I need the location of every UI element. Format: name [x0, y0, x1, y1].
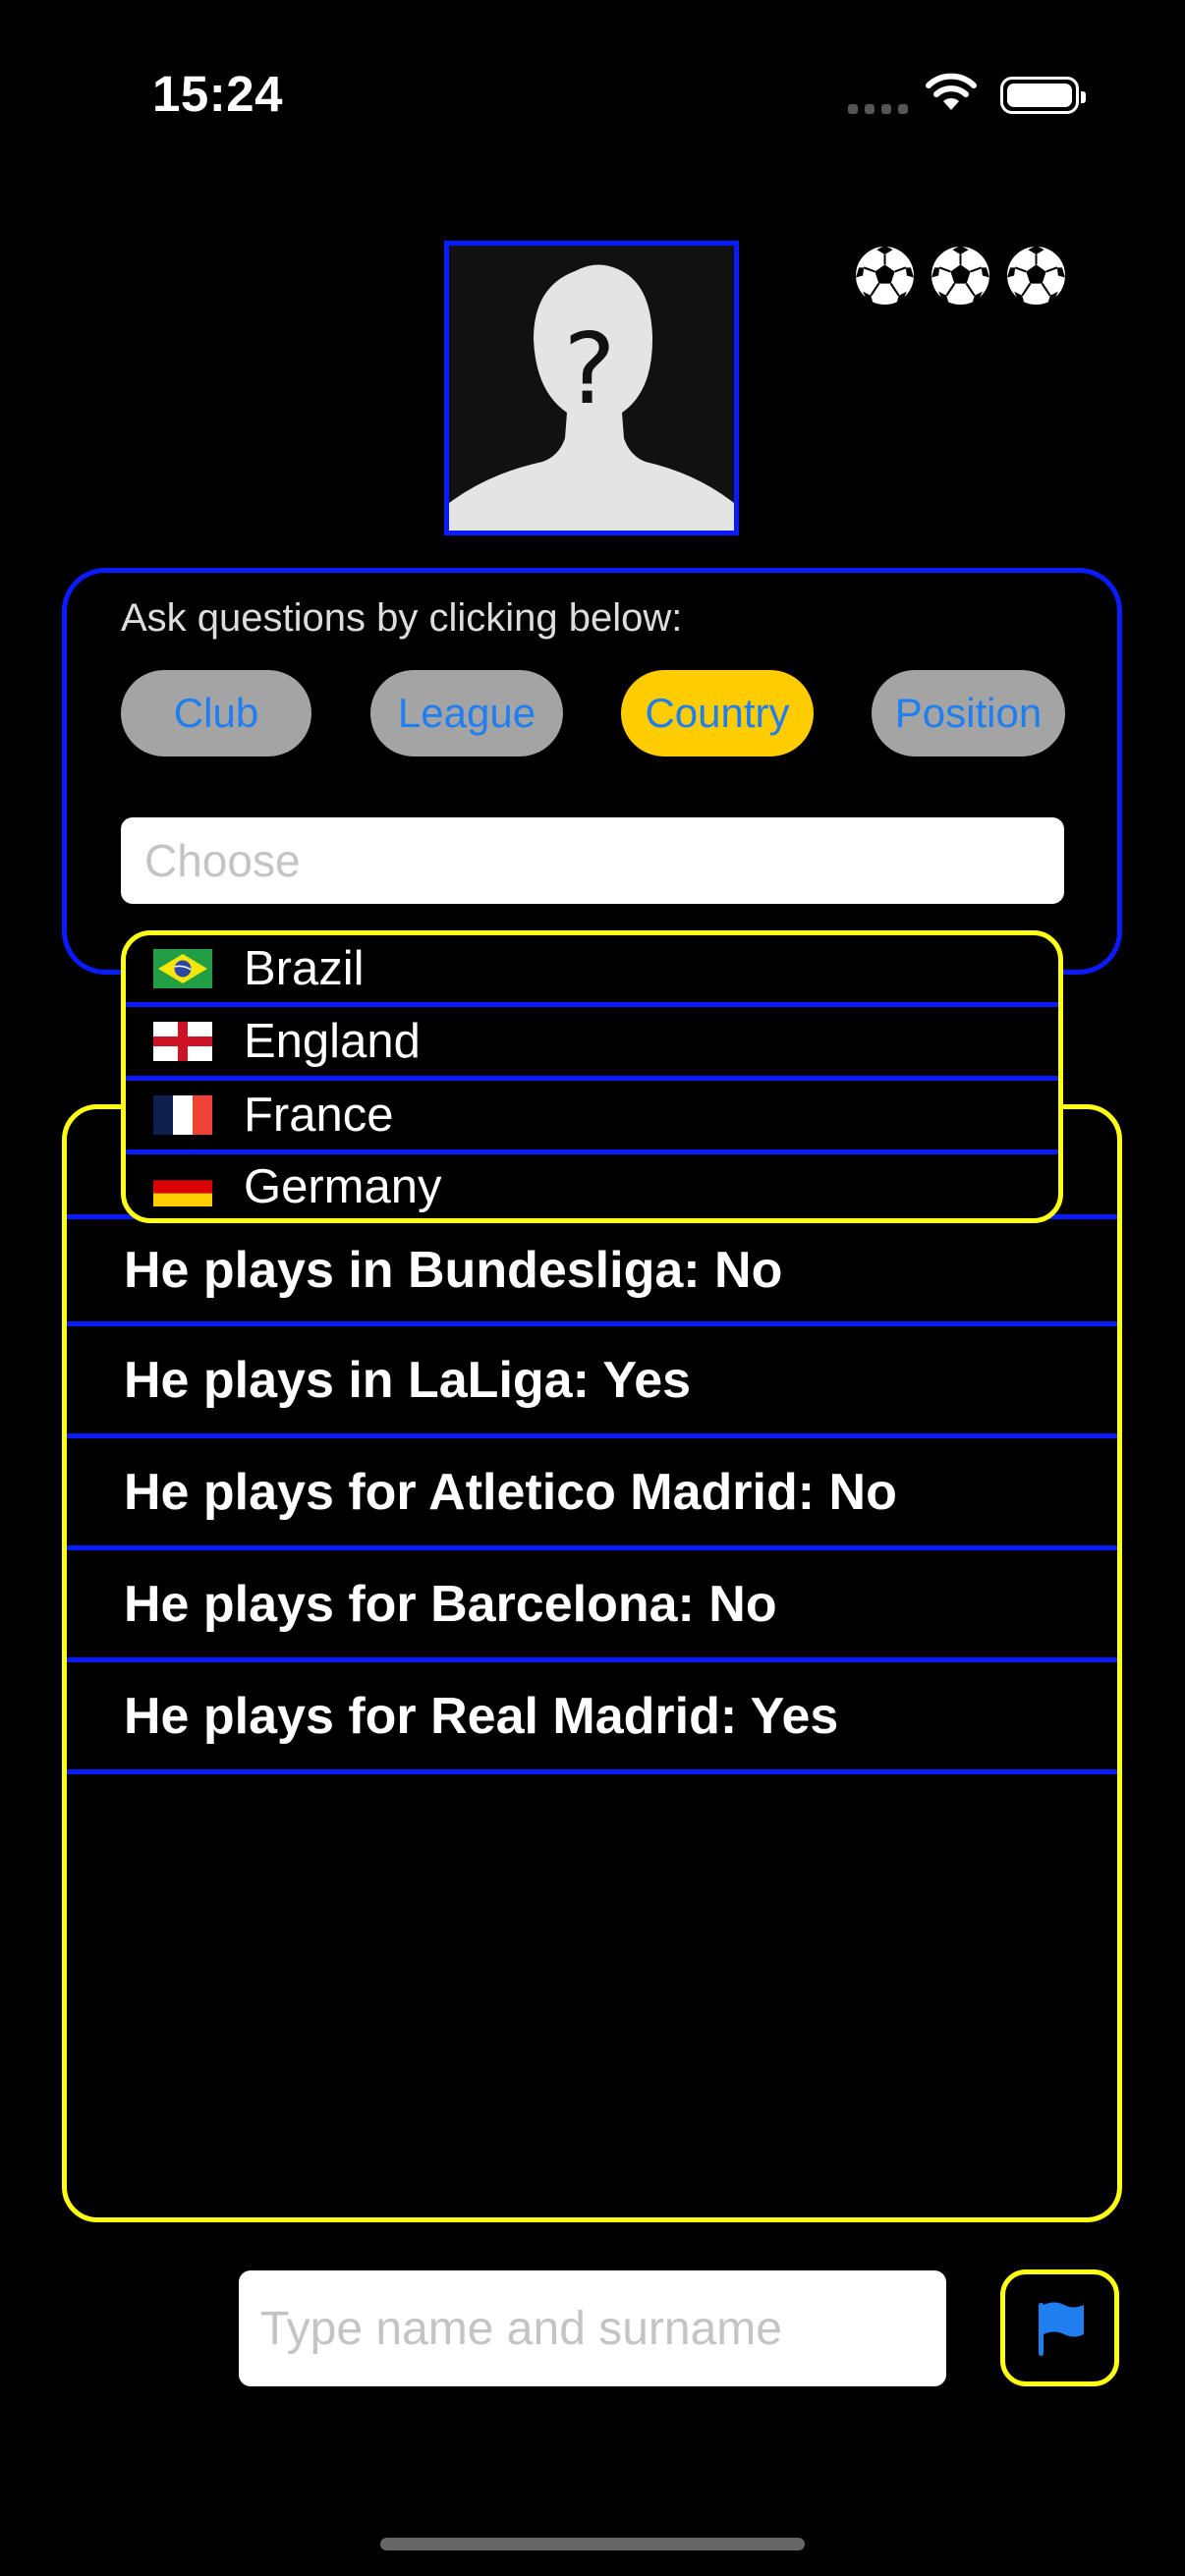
dropdown-option-label: Germany — [244, 1159, 442, 1213]
battery-icon — [1000, 77, 1086, 114]
flag-icon — [1038, 2302, 1084, 2356]
soccer-ball-icon — [854, 245, 916, 307]
dropdown-option-label: Brazil — [244, 942, 365, 995]
answer-row: He plays for Barcelona: No — [67, 1550, 1117, 1662]
dropdown-option-england[interactable]: England — [126, 1007, 1058, 1081]
category-position-button[interactable]: Position — [872, 670, 1065, 756]
mystery-player-portrait: ? — [444, 241, 739, 535]
category-league-button[interactable]: League — [370, 670, 563, 756]
wifi-icon — [924, 71, 979, 117]
dropdown-option-label: England — [244, 1015, 421, 1068]
soccer-ball-icon — [930, 245, 991, 307]
england-flag-icon — [153, 1022, 212, 1061]
player-silhouette-icon: ? — [449, 246, 734, 531]
brazil-flag-icon — [153, 949, 212, 988]
france-flag-icon — [153, 1095, 212, 1135]
germany-flag-icon — [153, 1166, 212, 1206]
answer-row: He plays for Real Madrid: Yes — [67, 1662, 1117, 1774]
answers-panel: He plays in Bundesliga: No He plays in L… — [62, 1104, 1122, 2222]
guess-name-input[interactable]: Type name and surname — [239, 2270, 946, 2386]
answer-row: He plays in LaLiga: Yes — [67, 1326, 1117, 1438]
answer-row: He plays in Bundesliga: No — [67, 1214, 1117, 1326]
status-time: 15:24 — [152, 66, 283, 122]
dropdown-option-brazil[interactable]: Brazil — [126, 935, 1058, 1007]
soccer-ball-icon — [1005, 245, 1067, 307]
dropdown-option-label: France — [244, 1089, 394, 1142]
country-dropdown: Brazil England France Germany — [121, 930, 1063, 1223]
choose-field[interactable]: Choose — [121, 817, 1064, 904]
lives-indicator — [853, 244, 1068, 308]
home-indicator[interactable] — [380, 2538, 805, 2550]
category-club-button[interactable]: Club — [121, 670, 311, 756]
question-prompt: Ask questions by clicking below: — [121, 596, 683, 640]
category-country-button[interactable]: Country — [621, 670, 814, 756]
svg-text:?: ? — [563, 311, 615, 426]
dropdown-option-france[interactable]: France — [126, 1081, 1058, 1154]
answer-row: He plays for Atletico Madrid: No — [67, 1438, 1117, 1550]
dropdown-option-germany[interactable]: Germany — [126, 1154, 1058, 1218]
cellular-signal-icon — [848, 104, 908, 114]
submit-guess-button[interactable] — [1000, 2269, 1119, 2386]
